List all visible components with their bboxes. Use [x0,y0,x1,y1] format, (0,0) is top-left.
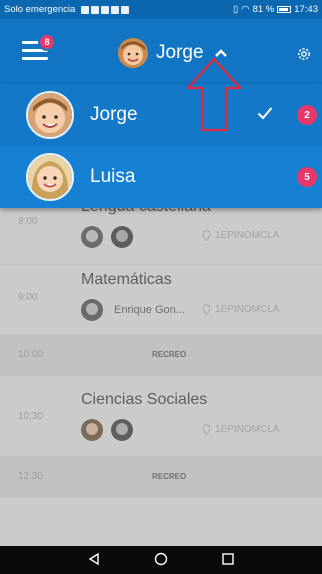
break-row: 10:00 RECREO [0,334,322,376]
time-label: 10:30 [18,411,44,422]
time-label: 12:30 [18,471,44,482]
time-label: 10:00 [18,349,44,360]
room-label: 1EPINOMCLA [202,424,279,435]
vibrate-icon: ▯ [233,4,239,15]
list-item[interactable]: 10:30 Ciencias Sociales 1EPINOMCLA [0,377,322,455]
annotation-arrow-icon [186,57,242,132]
teacher-avatars [81,419,133,441]
avatar [118,38,148,68]
teacher-avatars [81,226,133,248]
profile-dropdown: Jorge 2 Luisa 5 [0,84,322,208]
battery-icon [277,6,292,13]
location-pin-icon [202,230,211,241]
system-nav-bar [0,546,322,574]
list-item[interactable]: 8:00 Lengua castellana 1EPINOMCLA [0,198,322,264]
list-item[interactable]: 9:00 Matemáticas Enrique Gon... 1EPINOMC… [0,265,322,331]
break-label: RECREO [152,350,187,359]
clock-text: 17:43 [294,4,318,15]
play-icon [101,5,110,14]
schedule-list: 8:00 Lengua castellana 1EPINOMCLA 9:00 M… [0,198,322,546]
mail-icon [121,5,130,14]
gear-icon[interactable] [296,46,312,62]
status-bar: Solo emergencia ▯ ◠ 81 % 17:43 [0,0,322,19]
app-bar: 8 Jorge [0,19,322,84]
subject-title: Matemáticas [81,271,172,288]
square-recent-icon[interactable] [221,552,235,568]
subject-title: Ciencias Sociales [81,391,208,408]
notification-badge: 5 [297,167,317,187]
triangle-back-icon[interactable] [87,552,101,568]
avatar [81,419,103,441]
avatar [26,153,74,201]
location-pin-icon [202,424,211,435]
break-row: 12:30 RECREO [0,456,322,498]
profile-name: Luisa [90,166,136,187]
avatar [26,91,74,139]
avatar [81,299,103,321]
person-icon [81,5,90,14]
app-notification-icon [91,5,100,14]
circle-home-icon[interactable] [154,552,168,568]
location-pin-icon [202,304,211,315]
profile-option-jorge[interactable]: Jorge 2 [0,84,322,146]
profile-option-luisa[interactable]: Luisa 5 [0,146,322,208]
teacher-name: Enrique Gon... [114,304,185,316]
gallery-icon [111,5,120,14]
battery-text: 81 % [252,4,275,15]
notification-icons [81,5,130,14]
wifi-icon: ◠ [241,4,250,15]
checkmark-icon [257,104,273,126]
notification-badge: 2 [297,105,317,125]
avatar [111,419,133,441]
time-label: 9:00 [18,292,38,303]
avatar [111,226,133,248]
time-label: 8:00 [18,216,38,227]
avatar [81,226,103,248]
break-label: RECREO [152,472,187,481]
room-label: 1EPINOMCLA [202,304,279,315]
room-label: 1EPINOMCLA [202,230,279,241]
menu-notification-badge: 8 [38,33,56,51]
carrier-text: Solo emergencia [4,4,76,15]
teacher-avatars: Enrique Gon... [81,299,185,321]
profile-name: Jorge [90,104,138,125]
